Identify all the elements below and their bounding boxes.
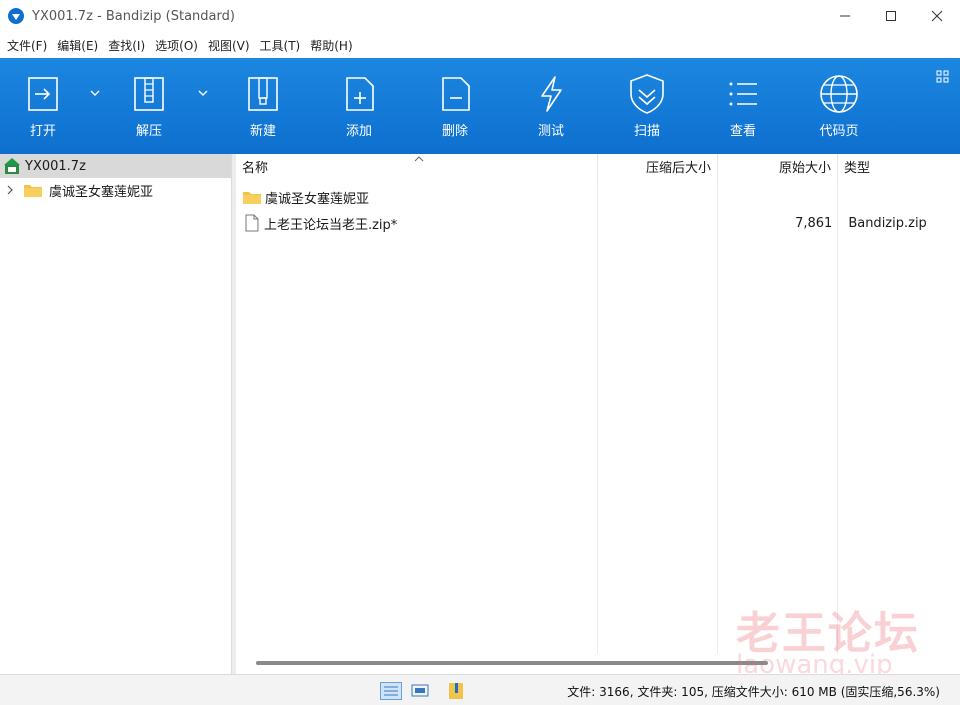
tree-root-label: YX001.7z: [25, 158, 86, 174]
menu-options[interactable]: 选项(O): [150, 37, 203, 54]
new-label: 新建: [249, 124, 276, 139]
list-view-icon: [729, 82, 757, 106]
file-list: 名称 压缩后大小 原始大小 类型 虞诚圣女塞莲妮亚 上老王论坛当老王.zip* …: [236, 154, 960, 654]
globe-icon: [820, 75, 858, 113]
view-button[interactable]: 查看: [700, 58, 786, 154]
lightning-icon: [541, 76, 562, 112]
folder-icon: [243, 192, 261, 204]
open-label: 打开: [29, 124, 56, 139]
delete-button[interactable]: 删除: [412, 58, 498, 154]
column-packed[interactable]: 压缩后大小: [598, 154, 718, 184]
view-label: 查看: [729, 124, 756, 139]
tree-folder-label: 虞诚圣女塞莲妮亚: [49, 184, 154, 200]
test-label: 测试: [537, 124, 564, 139]
list-item-name: 虞诚圣女塞莲妮亚: [265, 191, 370, 207]
add-button[interactable]: 添加: [316, 58, 402, 154]
details-view-icon[interactable]: [380, 682, 402, 700]
open-button[interactable]: 打开: [0, 58, 86, 154]
menu-bar: 文件(F) 编辑(E) 查找(I) 选项(O) 视图(V) 工具(T) 帮助(H…: [0, 32, 960, 58]
menu-tools[interactable]: 工具(T): [255, 37, 306, 54]
close-icon: [931, 10, 943, 22]
shield-icon: [630, 74, 664, 114]
scan-label: 扫描: [633, 124, 660, 139]
archive-info-icon[interactable]: [446, 682, 466, 700]
open-icon: [28, 77, 58, 111]
delete-label: 删除: [441, 124, 468, 139]
folder-tree: YX001.7z 虞诚圣女塞莲妮亚: [0, 154, 232, 674]
toolbar: 打开 解压 新建 添加 删除 测试 扫描 查看 代码页: [0, 58, 960, 154]
scrollbar-thumb[interactable]: [256, 661, 768, 665]
extract-button[interactable]: 解压: [106, 58, 192, 154]
column-size[interactable]: 原始大小: [718, 154, 838, 184]
folder-icon: [24, 185, 42, 197]
column-divider: [597, 184, 598, 654]
list-item-name: 上老王论坛当老王.zip*: [263, 217, 398, 233]
extract-dropdown-chevron-icon[interactable]: [196, 86, 210, 100]
title-bar: YX001.7z - Bandizip (Standard): [0, 0, 960, 32]
list-header: 名称 压缩后大小 原始大小 类型: [236, 154, 960, 184]
7z-archive-icon: [4, 158, 20, 174]
new-archive-button[interactable]: 新建: [220, 58, 306, 154]
column-name[interactable]: 名称: [236, 154, 598, 184]
codepage-button[interactable]: 代码页: [796, 58, 882, 154]
file-icon: [245, 214, 259, 232]
maximize-icon: [886, 11, 896, 21]
list-item-folder[interactable]: 虞诚圣女塞莲妮亚: [236, 184, 960, 210]
thumbnail-view-icon[interactable]: [410, 682, 430, 698]
extract-label: 解压: [135, 124, 162, 139]
menu-view[interactable]: 视图(V): [203, 37, 255, 54]
delete-file-icon: [442, 77, 470, 111]
menu-file[interactable]: 文件(F): [2, 37, 52, 54]
column-divider: [837, 184, 838, 654]
status-bar: 文件: 3166, 文件夹: 105, 压缩文件大小: 610 MB (固实压缩…: [0, 674, 960, 705]
minimize-icon: [840, 15, 850, 17]
status-text: 文件: 3166, 文件夹: 105, 压缩文件大小: 610 MB (固实压缩…: [567, 685, 940, 699]
menu-find[interactable]: 查找(I): [103, 37, 150, 54]
codepage-label: 代码页: [819, 124, 859, 139]
chevron-right-icon[interactable]: [5, 185, 15, 195]
tree-item-folder[interactable]: 虞诚圣女塞莲妮亚: [0, 178, 231, 202]
maximize-button[interactable]: [868, 0, 914, 32]
tree-item-root[interactable]: YX001.7z: [0, 154, 231, 178]
column-type[interactable]: 类型: [838, 154, 960, 184]
bandizip-app-icon: [8, 8, 24, 24]
extract-icon: [134, 77, 164, 111]
menu-edit[interactable]: 编辑(E): [52, 37, 103, 54]
sort-ascending-icon: [414, 156, 424, 162]
window-title: YX001.7z - Bandizip (Standard): [32, 8, 235, 24]
list-item-size: 7,861: [795, 215, 833, 231]
test-button[interactable]: 测试: [508, 58, 594, 154]
column-name-label: 名称: [242, 161, 269, 176]
minimize-button[interactable]: [822, 0, 868, 32]
scan-button[interactable]: 扫描: [604, 58, 690, 154]
list-item-type: Bandizip.zip: [848, 215, 927, 231]
close-button[interactable]: [914, 0, 960, 32]
layout-grid-icon[interactable]: [936, 70, 950, 84]
add-file-icon: [346, 77, 374, 111]
add-label: 添加: [345, 124, 372, 139]
column-divider: [717, 184, 718, 654]
list-item-file[interactable]: 上老王论坛当老王.zip* 7,861 Bandizip.zip: [236, 210, 960, 236]
menu-help[interactable]: 帮助(H): [305, 37, 357, 54]
open-dropdown-chevron-icon[interactable]: [88, 86, 102, 100]
new-archive-icon: [248, 77, 278, 111]
